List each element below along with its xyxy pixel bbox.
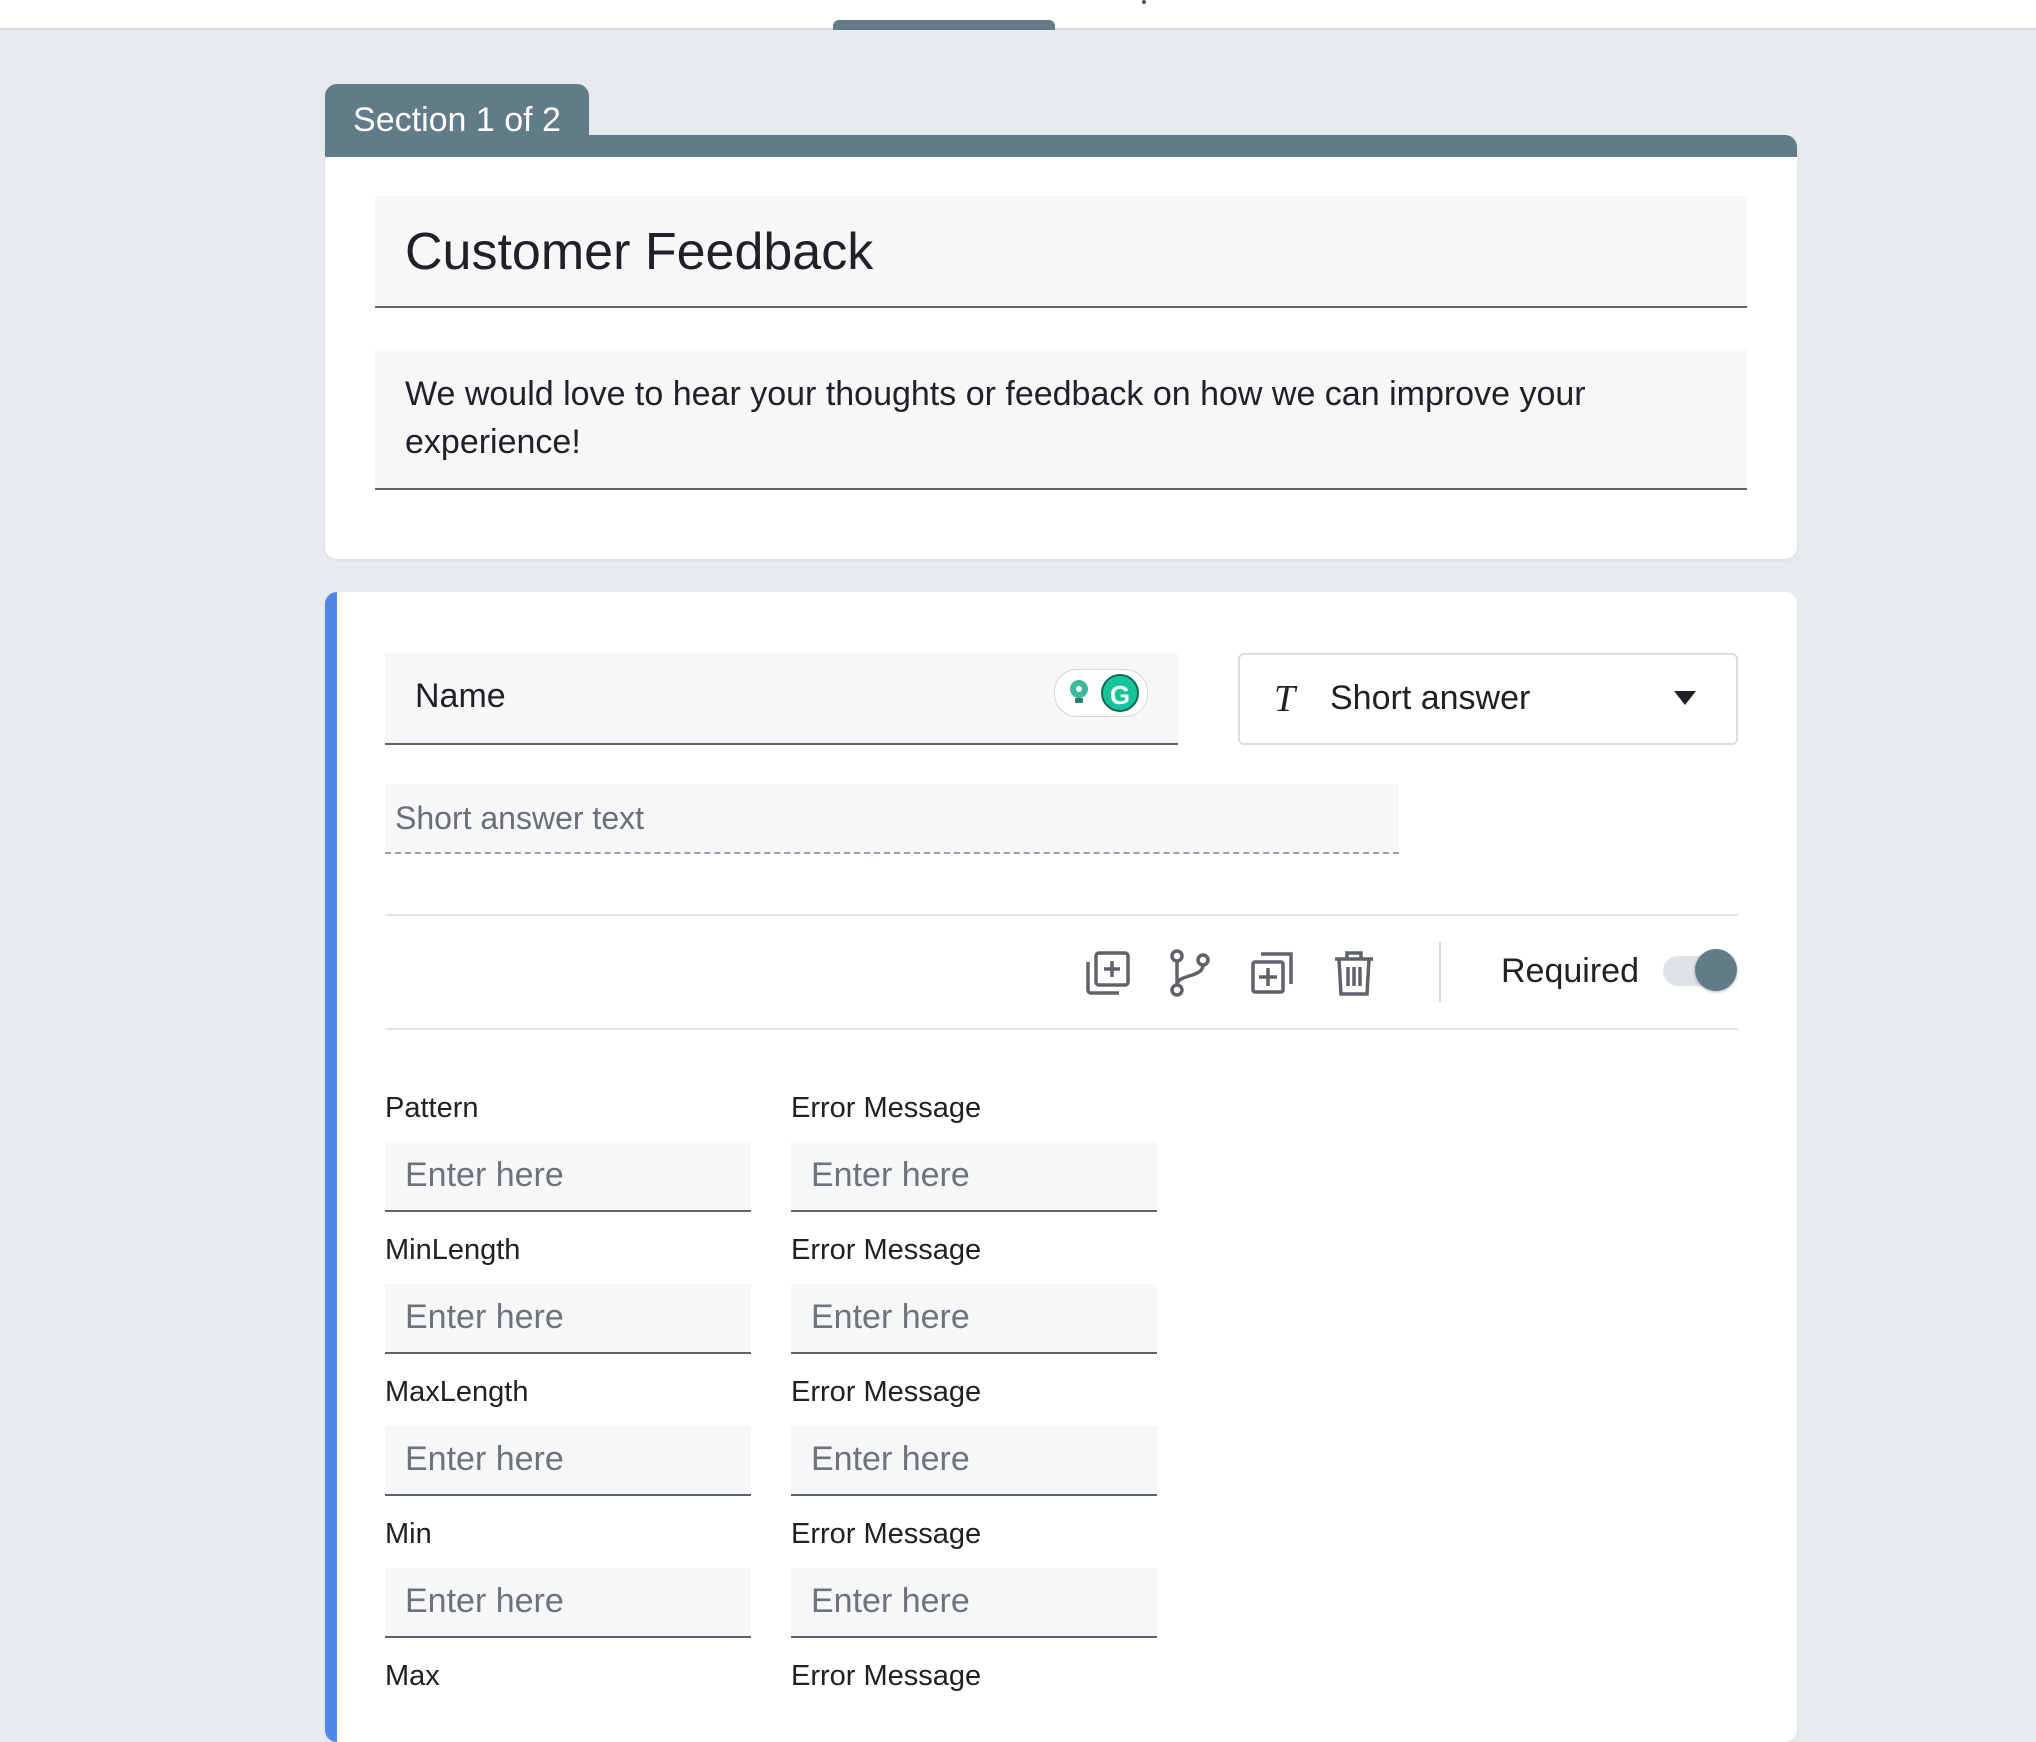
maxlength-error-label: Error Message — [791, 1376, 982, 1408]
minlength-label: MinLength — [385, 1234, 521, 1266]
required-toggle[interactable] — [1663, 949, 1737, 991]
toolbar-separator — [1439, 942, 1441, 1002]
input-placeholder: Enter here — [405, 1298, 564, 1336]
tab-edge — [1142, 0, 1146, 4]
question-card[interactable]: Name G T Short answer Short answer text — [325, 592, 1797, 1742]
minlength-error-input[interactable]: Enter here — [791, 1284, 1157, 1354]
pattern-error-label: Error Message — [791, 1092, 982, 1124]
caret-down-icon — [1674, 691, 1696, 705]
question-type-label: Short answer — [1330, 679, 1531, 717]
divider — [385, 914, 1738, 916]
lightbulb-icon — [1070, 680, 1088, 703]
form-title: Customer Feedback — [405, 223, 874, 281]
min-error-label: Error Message — [791, 1518, 982, 1550]
form-title-field[interactable]: Customer Feedback — [375, 196, 1747, 308]
input-placeholder: Enter here — [405, 1440, 564, 1478]
maxlength-label: MaxLength — [385, 1376, 529, 1408]
grammarly-icon: G — [1101, 674, 1139, 712]
form-header-card: Customer Feedback We would love to hear … — [325, 135, 1797, 559]
max-error-label: Error Message — [791, 1660, 982, 1692]
minlength-input[interactable]: Enter here — [385, 1284, 751, 1354]
minlength-error-label: Error Message — [791, 1234, 982, 1266]
pattern-label: Pattern — [385, 1092, 479, 1124]
pattern-input[interactable]: Enter here — [385, 1142, 751, 1212]
min-input[interactable]: Enter here — [385, 1568, 751, 1638]
question-title-field[interactable]: Name G — [385, 653, 1178, 745]
text-type-icon: T — [1274, 678, 1296, 720]
divider — [385, 1028, 1738, 1030]
top-nav-bar — [0, 0, 2036, 30]
duplicate-icon[interactable] — [1247, 948, 1297, 998]
maxlength-input[interactable]: Enter here — [385, 1426, 751, 1496]
input-placeholder: Enter here — [811, 1582, 970, 1620]
section-tab-label: Section 1 of 2 — [353, 101, 561, 139]
add-question-icon[interactable] — [1083, 948, 1133, 998]
short-answer-placeholder: Short answer text — [395, 800, 644, 836]
form-description-field[interactable]: We would love to hear your thoughts or f… — [375, 350, 1747, 490]
min-label: Min — [385, 1518, 432, 1550]
active-tab-indicator — [833, 20, 1055, 30]
input-placeholder: Enter here — [811, 1298, 970, 1336]
short-answer-preview: Short answer text — [385, 784, 1399, 854]
delete-icon[interactable] — [1329, 948, 1379, 998]
question-title: Name — [415, 677, 506, 715]
grammarly-widget[interactable]: G — [1054, 669, 1148, 717]
active-question-accent — [325, 592, 337, 1742]
max-label: Max — [385, 1660, 440, 1692]
input-placeholder: Enter here — [405, 1582, 564, 1620]
input-placeholder: Enter here — [405, 1156, 564, 1194]
toggle-knob — [1695, 949, 1737, 991]
question-type-dropdown[interactable]: T Short answer — [1238, 653, 1738, 745]
maxlength-error-input[interactable]: Enter here — [791, 1426, 1157, 1496]
required-label: Required — [1501, 952, 1639, 990]
input-placeholder: Enter here — [811, 1440, 970, 1478]
section-tab: Section 1 of 2 — [325, 84, 589, 156]
input-placeholder: Enter here — [811, 1156, 970, 1194]
branch-logic-icon[interactable] — [1165, 948, 1215, 998]
form-description: We would love to hear your thoughts or f… — [405, 375, 1586, 461]
min-error-input[interactable]: Enter here — [791, 1568, 1157, 1638]
pattern-error-input[interactable]: Enter here — [791, 1142, 1157, 1212]
